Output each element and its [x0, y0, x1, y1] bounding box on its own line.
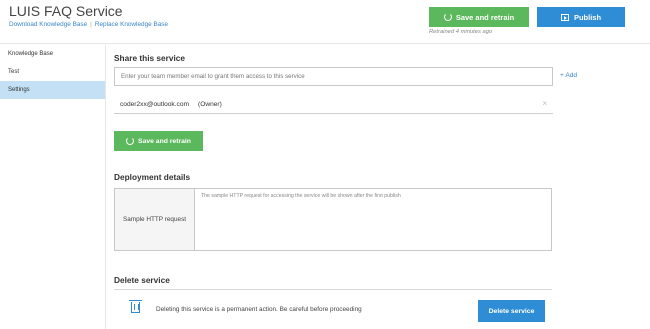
publish-button[interactable]: Publish [537, 7, 625, 27]
email-input[interactable]: Enter your team member email to grant th… [114, 67, 553, 86]
publish-label: Publish [573, 12, 602, 22]
save-retrain-label: Save and retrain [138, 137, 191, 145]
sidebar-item-knowledge-base[interactable]: Knowledge Base [0, 45, 105, 63]
retrained-status: Retrained 4 minutes ago [429, 29, 493, 35]
owner-row: coder2xx@outlook.com (Owner) × [114, 95, 553, 114]
delete-warning: Deleting this service is a permanent act… [156, 306, 362, 313]
sidebar-item-test[interactable]: Test [0, 63, 105, 81]
refresh-icon [443, 13, 452, 21]
header-links: Download Knowledge Base | Replace Knowledg… [9, 21, 168, 28]
page-header: LUIS FAQ Service Download Knowledge Base… [0, 0, 650, 44]
replace-kb-link[interactable]: Replace Knowledge Base [95, 21, 168, 28]
deployment-section-title: Deployment details [114, 172, 191, 182]
deployment-row-text: The sample HTTP request for accessing th… [195, 189, 551, 250]
divider [114, 289, 552, 290]
download-kb-link[interactable]: Download Knowledge Base [9, 21, 87, 28]
publish-icon [560, 13, 569, 21]
refresh-icon [126, 137, 135, 145]
delete-service-button[interactable]: Delete service [478, 300, 545, 322]
owner-email: coder2xx@outlook.com [120, 100, 189, 108]
owner-role: (Owner) [198, 100, 222, 108]
header-save-retrain-label: Save and retrain [455, 12, 515, 22]
add-member-link[interactable]: + Add [560, 72, 577, 79]
link-separator: | [90, 21, 92, 28]
sidebar-item-settings[interactable]: Settings [0, 81, 105, 99]
close-icon[interactable]: × [542, 99, 547, 108]
delete-section-title: Delete service [114, 275, 170, 285]
page-title: LUIS FAQ Service [9, 3, 123, 19]
sidebar: Knowledge Base Test Settings [0, 45, 106, 329]
header-save-retrain-button[interactable]: Save and retrain [429, 7, 529, 27]
trash-icon [129, 300, 142, 313]
deployment-table: Sample HTTP request The sample HTTP requ… [114, 188, 552, 251]
share-section-title: Share this service [114, 53, 186, 63]
deployment-row-label: Sample HTTP request [115, 189, 195, 250]
save-retrain-button[interactable]: Save and retrain [114, 131, 203, 151]
